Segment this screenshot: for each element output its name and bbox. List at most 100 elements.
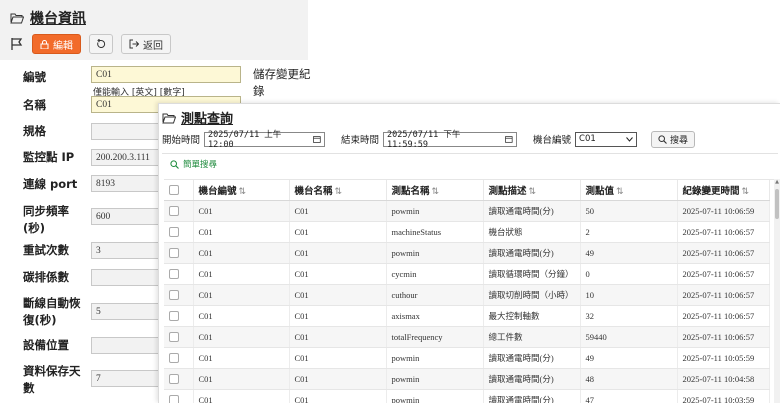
column-header-label: 紀錄變更時間 xyxy=(682,185,740,197)
field-label-reconnect: 斷線自動恢復(秒) xyxy=(23,296,81,327)
row-checkbox[interactable] xyxy=(169,290,179,301)
search-icon xyxy=(658,134,667,144)
folder-open-icon xyxy=(162,113,176,123)
table-cell: 32 xyxy=(580,305,678,327)
table-cell: 2025-07-11 10:04:58 xyxy=(677,368,770,390)
table-row[interactable]: C01 C01 powmin 讀取通電時間(分) 49 2025-07-11 10:06:… xyxy=(164,242,770,264)
table-header-row: 機台編號 ⇅ 機台名稱 ⇅ 測點名稱 ⇅ 測點描述 ⇅ 測點值 ⇅ 紀錄變更時間 ⇅ xyxy=(164,180,770,201)
row-checkbox[interactable] xyxy=(169,248,179,259)
table-row[interactable]: C01 C01 cuthour 讀取切削時間（小時） 10 2025-07-11 10:0… xyxy=(164,284,770,306)
table-cell: 59440 xyxy=(580,326,678,348)
field-label-sync: 同步頻率(秒) xyxy=(23,204,69,235)
table-cell: 2025-07-11 10:06:57 xyxy=(677,221,770,243)
query-filters: 開始時間 2025/07/11 上午 12:00 結束時間 2025/07/11… xyxy=(162,128,696,150)
table-cell: C01 xyxy=(289,221,387,243)
scrollbar-thumb[interactable] xyxy=(775,189,779,219)
row-checkbox[interactable] xyxy=(169,227,179,238)
sort-icon[interactable]: ⇅ xyxy=(529,187,537,197)
table-cell: C01 xyxy=(289,368,387,390)
simple-search-link[interactable]: 簡單搜尋 xyxy=(170,158,217,170)
row-checkbox[interactable] xyxy=(169,206,179,217)
start-time-input[interactable]: 2025/07/11 上午 12:00 xyxy=(204,130,326,150)
table-cell: machineStatus xyxy=(386,221,484,243)
column-header[interactable]: 機台名稱 ⇅ xyxy=(289,180,387,201)
machine-id-select[interactable]: C01 xyxy=(575,131,638,147)
select-all-checkbox[interactable] xyxy=(169,184,179,195)
table-cell: C01 xyxy=(289,347,387,369)
row-checkbox[interactable] xyxy=(169,395,179,403)
sort-icon[interactable]: ⇅ xyxy=(432,187,440,197)
column-header[interactable]: 紀錄變更時間 ⇅ xyxy=(677,180,770,201)
row-checkbox[interactable] xyxy=(169,353,179,364)
column-header[interactable]: 測點名稱 ⇅ xyxy=(386,180,484,201)
table-row[interactable]: C01 C01 cycmin 讀取循環時間（分鐘） 0 2025-07-11 10:06:… xyxy=(164,263,770,285)
table-cell: 2025-07-11 10:05:59 xyxy=(677,347,770,369)
table-cell: axismax xyxy=(386,305,484,327)
machine-info-toolbar: 編輯 返回 xyxy=(10,34,171,54)
table-row[interactable]: C01 C01 machineStatus 機台狀態 2 2025-07-11 10:06… xyxy=(164,221,770,243)
select-all-cell xyxy=(164,180,194,201)
row-checkbox[interactable] xyxy=(169,269,179,280)
row-select-cell xyxy=(164,284,194,306)
row-checkbox[interactable] xyxy=(169,332,179,343)
table-cell: C01 xyxy=(289,326,387,348)
back-button[interactable]: 返回 xyxy=(121,34,171,54)
row-select-cell xyxy=(164,389,194,403)
column-header[interactable]: 機台編號 ⇅ xyxy=(193,180,290,201)
table-cell: powmin xyxy=(386,200,484,222)
table-row[interactable]: C01 C01 powmin 讀取通電時間(分) 50 2025-07-11 10:06:… xyxy=(164,200,770,222)
results-table-container: 機台編號 ⇅ 機台名稱 ⇅ 測點名稱 ⇅ 測點描述 ⇅ 測點值 ⇅ 紀錄變更時間 ⇅ C01… xyxy=(164,179,774,403)
row-checkbox[interactable] xyxy=(169,374,179,385)
end-time-input[interactable]: 2025/07/11 下午 11:59:59 xyxy=(383,130,518,150)
table-row[interactable]: C01 C01 powmin 讀取通電時間(分) 47 2025-07-11 10:03:… xyxy=(164,389,770,403)
table-cell: 47 xyxy=(580,389,678,403)
table-cell: 0 xyxy=(580,263,678,285)
reset-button[interactable] xyxy=(89,34,113,54)
table-row[interactable]: C01 C01 powmin 讀取通電時間(分) 49 2025-07-11 10:05:… xyxy=(164,347,770,369)
sort-icon[interactable]: ⇅ xyxy=(616,187,624,197)
table-cell: 50 xyxy=(580,200,678,222)
table-cell: 2025-07-11 10:06:57 xyxy=(677,284,770,306)
row-select-cell xyxy=(164,263,194,285)
calendar-icon[interactable] xyxy=(313,135,321,143)
table-cell: C01 xyxy=(193,284,290,306)
point-query-title: 測點查詢 xyxy=(162,108,233,127)
table-cell: C01 xyxy=(289,305,387,327)
table-cell: 總工件數 xyxy=(483,326,581,348)
column-header[interactable]: 測點值 ⇅ xyxy=(580,180,678,201)
search-button[interactable]: 搜尋 xyxy=(651,130,696,148)
exit-arrow-icon xyxy=(129,39,139,49)
column-header[interactable]: 測點描述 ⇅ xyxy=(483,180,581,201)
sort-icon[interactable]: ⇅ xyxy=(239,187,247,197)
chevron-down-icon xyxy=(626,136,633,142)
column-header-label: 測點描述 xyxy=(488,185,527,197)
id-input[interactable]: C01 xyxy=(91,66,241,83)
edit-button[interactable]: 編輯 xyxy=(32,34,81,54)
row-checkbox[interactable] xyxy=(169,311,179,322)
table-cell: C01 xyxy=(289,263,387,285)
row-select-cell xyxy=(164,326,194,348)
calendar-icon[interactable] xyxy=(505,135,513,143)
table-row[interactable]: C01 C01 totalFrequency 總工件數 59440 2025-07-11 … xyxy=(164,326,770,348)
lock-icon xyxy=(40,39,49,49)
sort-icon[interactable]: ⇅ xyxy=(742,187,750,197)
machine-info-title: 機台資訊 xyxy=(10,8,86,28)
scroll-up-arrow[interactable]: ▲ xyxy=(774,179,780,185)
table-cell: C01 xyxy=(193,263,290,285)
table-cell: 2025-07-11 10:06:59 xyxy=(677,200,770,222)
table-cell: C01 xyxy=(193,389,290,403)
table-row[interactable]: C01 C01 axismax 最大控制軸數 32 2025-07-11 10:06:57 xyxy=(164,305,770,327)
table-cell: 2025-07-11 10:06:57 xyxy=(677,242,770,264)
field-label-name: 名稱 xyxy=(23,98,46,112)
folder-open-icon xyxy=(10,13,24,24)
row-select-cell xyxy=(164,242,194,264)
table-cell: powmin xyxy=(386,242,484,264)
results-table: 機台編號 ⇅ 機台名稱 ⇅ 測點名稱 ⇅ 測點描述 ⇅ 測點值 ⇅ 紀錄變更時間 ⇅ C01… xyxy=(164,180,770,403)
table-row[interactable]: C01 C01 powmin 讀取通電時間(分) 48 2025-07-11 10:04:… xyxy=(164,368,770,390)
table-cell: 49 xyxy=(580,242,678,264)
table-cell: 2025-07-11 10:03:59 xyxy=(677,389,770,403)
table-scrollbar[interactable]: ▲ xyxy=(774,179,780,403)
row-select-cell xyxy=(164,347,194,369)
sort-icon[interactable]: ⇅ xyxy=(335,187,343,197)
table-cell: C01 xyxy=(289,242,387,264)
